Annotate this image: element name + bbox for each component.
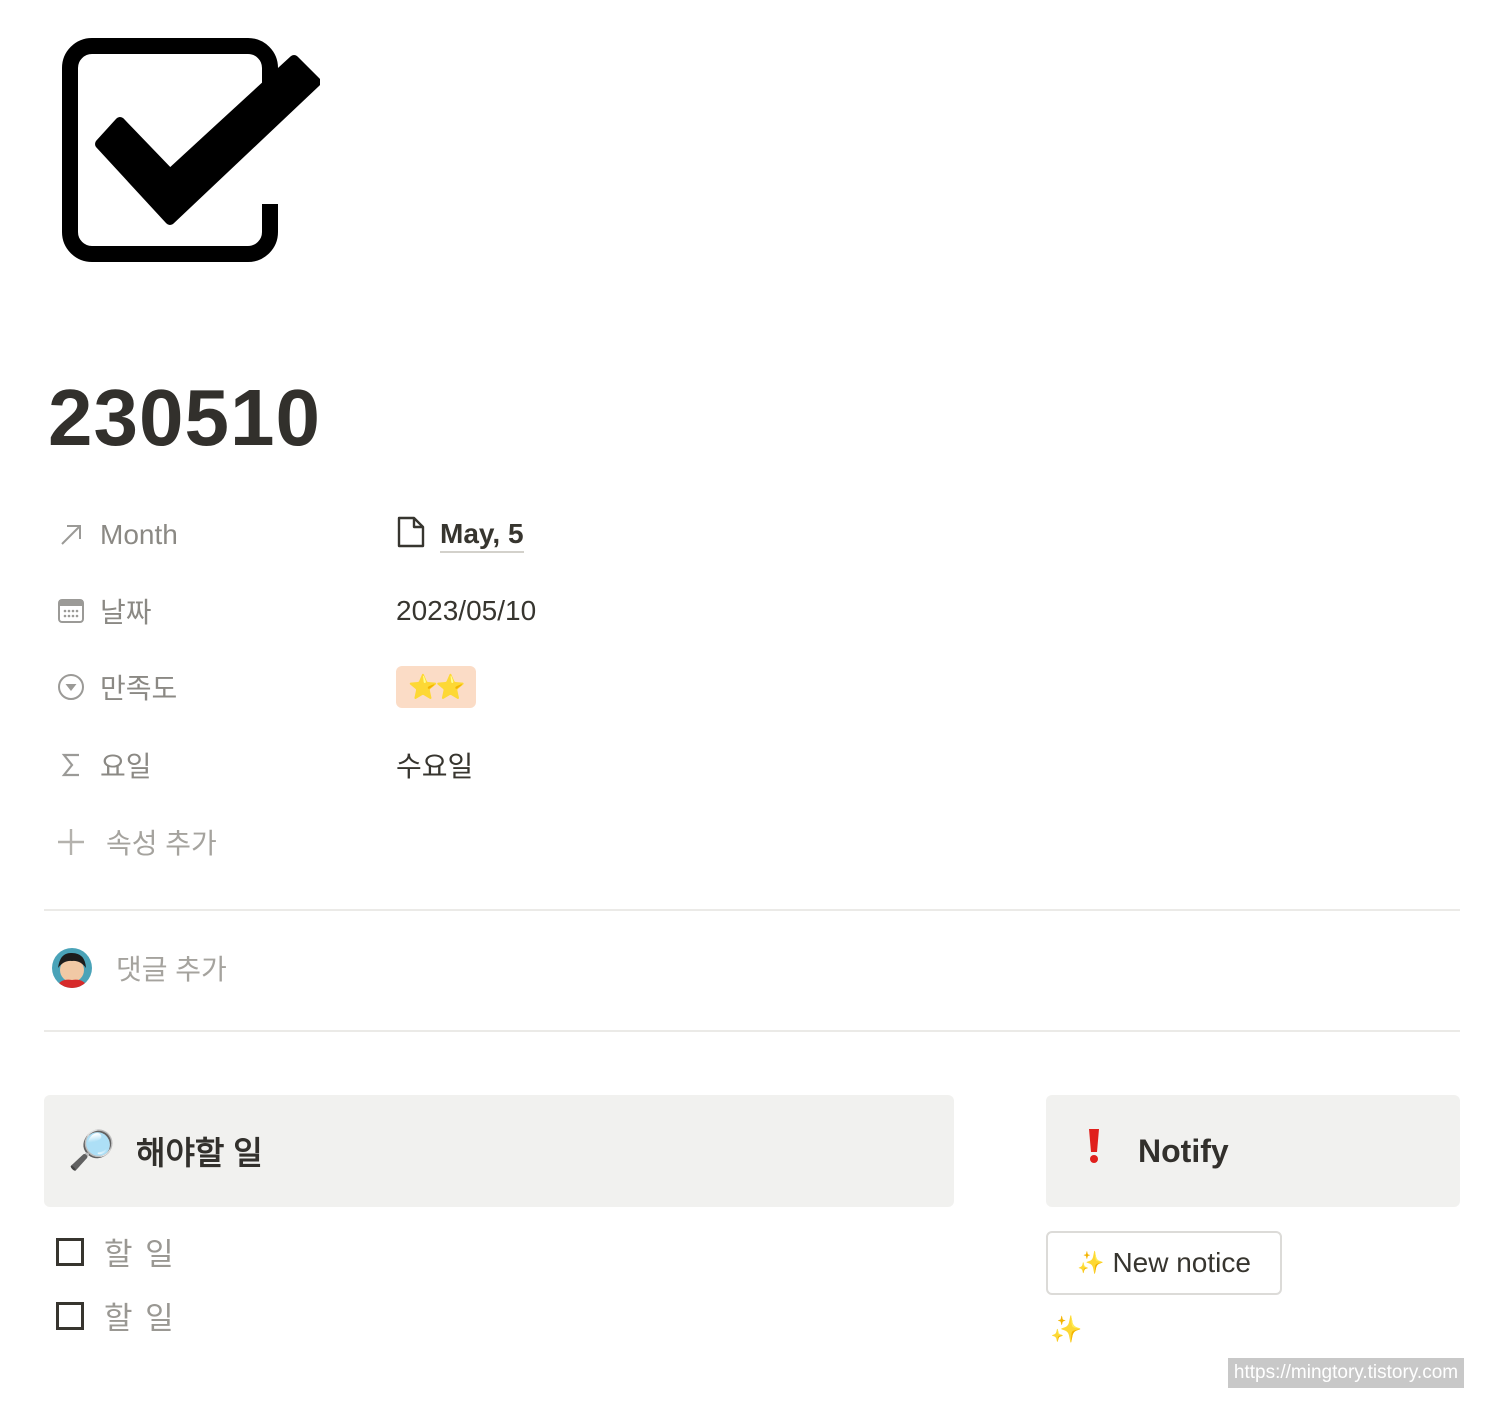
todo-item: 할 일 — [56, 1293, 176, 1338]
property-key-satisfaction[interactable]: 만족도 — [44, 667, 396, 707]
property-row-weekday: 요일 수요일 — [44, 737, 1460, 793]
page-icon — [396, 515, 426, 556]
notify-callout-heading[interactable]: Notify — [1138, 1133, 1229, 1170]
property-key-weekday[interactable]: 요일 — [44, 745, 396, 785]
sparkles-icon: ✨ — [1077, 1250, 1105, 1275]
property-key-month[interactable]: Month — [44, 519, 396, 551]
todo-callout-heading[interactable]: 해야할 일 — [136, 1128, 263, 1174]
add-property-label: 속성 추가 — [106, 828, 217, 859]
property-value-satisfaction[interactable]: ⭐⭐ — [396, 666, 476, 708]
new-notice-label: New notice — [1112, 1247, 1251, 1278]
property-value-date[interactable]: 2023/05/10 — [396, 595, 536, 627]
watermark: https://mingtory.tistory.com — [1228, 1358, 1464, 1388]
calendar-icon — [56, 596, 86, 626]
sigma-icon — [56, 750, 86, 780]
property-row-month: Month May, 5 — [44, 507, 1460, 563]
avatar — [52, 948, 92, 988]
select-option-pill[interactable]: ⭐⭐ — [396, 666, 476, 708]
divider — [44, 1030, 1460, 1032]
magnifier-icon[interactable]: 🔎 — [68, 1129, 116, 1173]
select-icon — [56, 672, 86, 702]
todo-checkbox[interactable] — [56, 1301, 84, 1330]
relation-link[interactable]: May, 5 — [440, 518, 524, 553]
todo-callout: 🔎 해야할 일 — [44, 1095, 954, 1207]
property-key-label: 날짜 — [100, 597, 152, 628]
todo-text[interactable]: 할 일 — [104, 1293, 176, 1338]
sparkles-icon[interactable]: ✨ — [1050, 1314, 1082, 1345]
property-value-weekday[interactable]: 수요일 — [396, 745, 473, 785]
property-key-date[interactable]: 날짜 — [44, 591, 396, 631]
property-key-label: 요일 — [100, 751, 152, 782]
plus-icon — [58, 829, 84, 855]
new-notice-button[interactable]: ✨ New notice — [1046, 1231, 1282, 1295]
property-key-label: 만족도 — [100, 673, 178, 704]
add-property-button[interactable]: 속성 추가 — [56, 822, 217, 862]
divider — [44, 909, 1460, 911]
property-row-date: 날짜 2023/05/10 — [44, 583, 1460, 639]
property-value-month[interactable]: May, 5 — [396, 515, 524, 556]
checkbox-checked-icon[interactable] — [58, 34, 320, 266]
comment-input[interactable]: 댓글 추가 — [116, 948, 227, 988]
notify-callout: Notify — [1046, 1095, 1460, 1207]
todo-checkbox[interactable] — [56, 1237, 84, 1266]
todo-text[interactable]: 할 일 — [104, 1229, 176, 1274]
exclamation-icon[interactable] — [1070, 1128, 1118, 1174]
arrow-up-right-icon — [56, 520, 86, 550]
comment-row: 댓글 추가 — [52, 948, 227, 988]
todo-item: 할 일 — [56, 1229, 176, 1274]
property-key-label: Month — [100, 519, 178, 550]
page-title[interactable]: 230510 — [48, 372, 321, 464]
property-row-satisfaction: 만족도 ⭐⭐ — [44, 659, 1460, 715]
